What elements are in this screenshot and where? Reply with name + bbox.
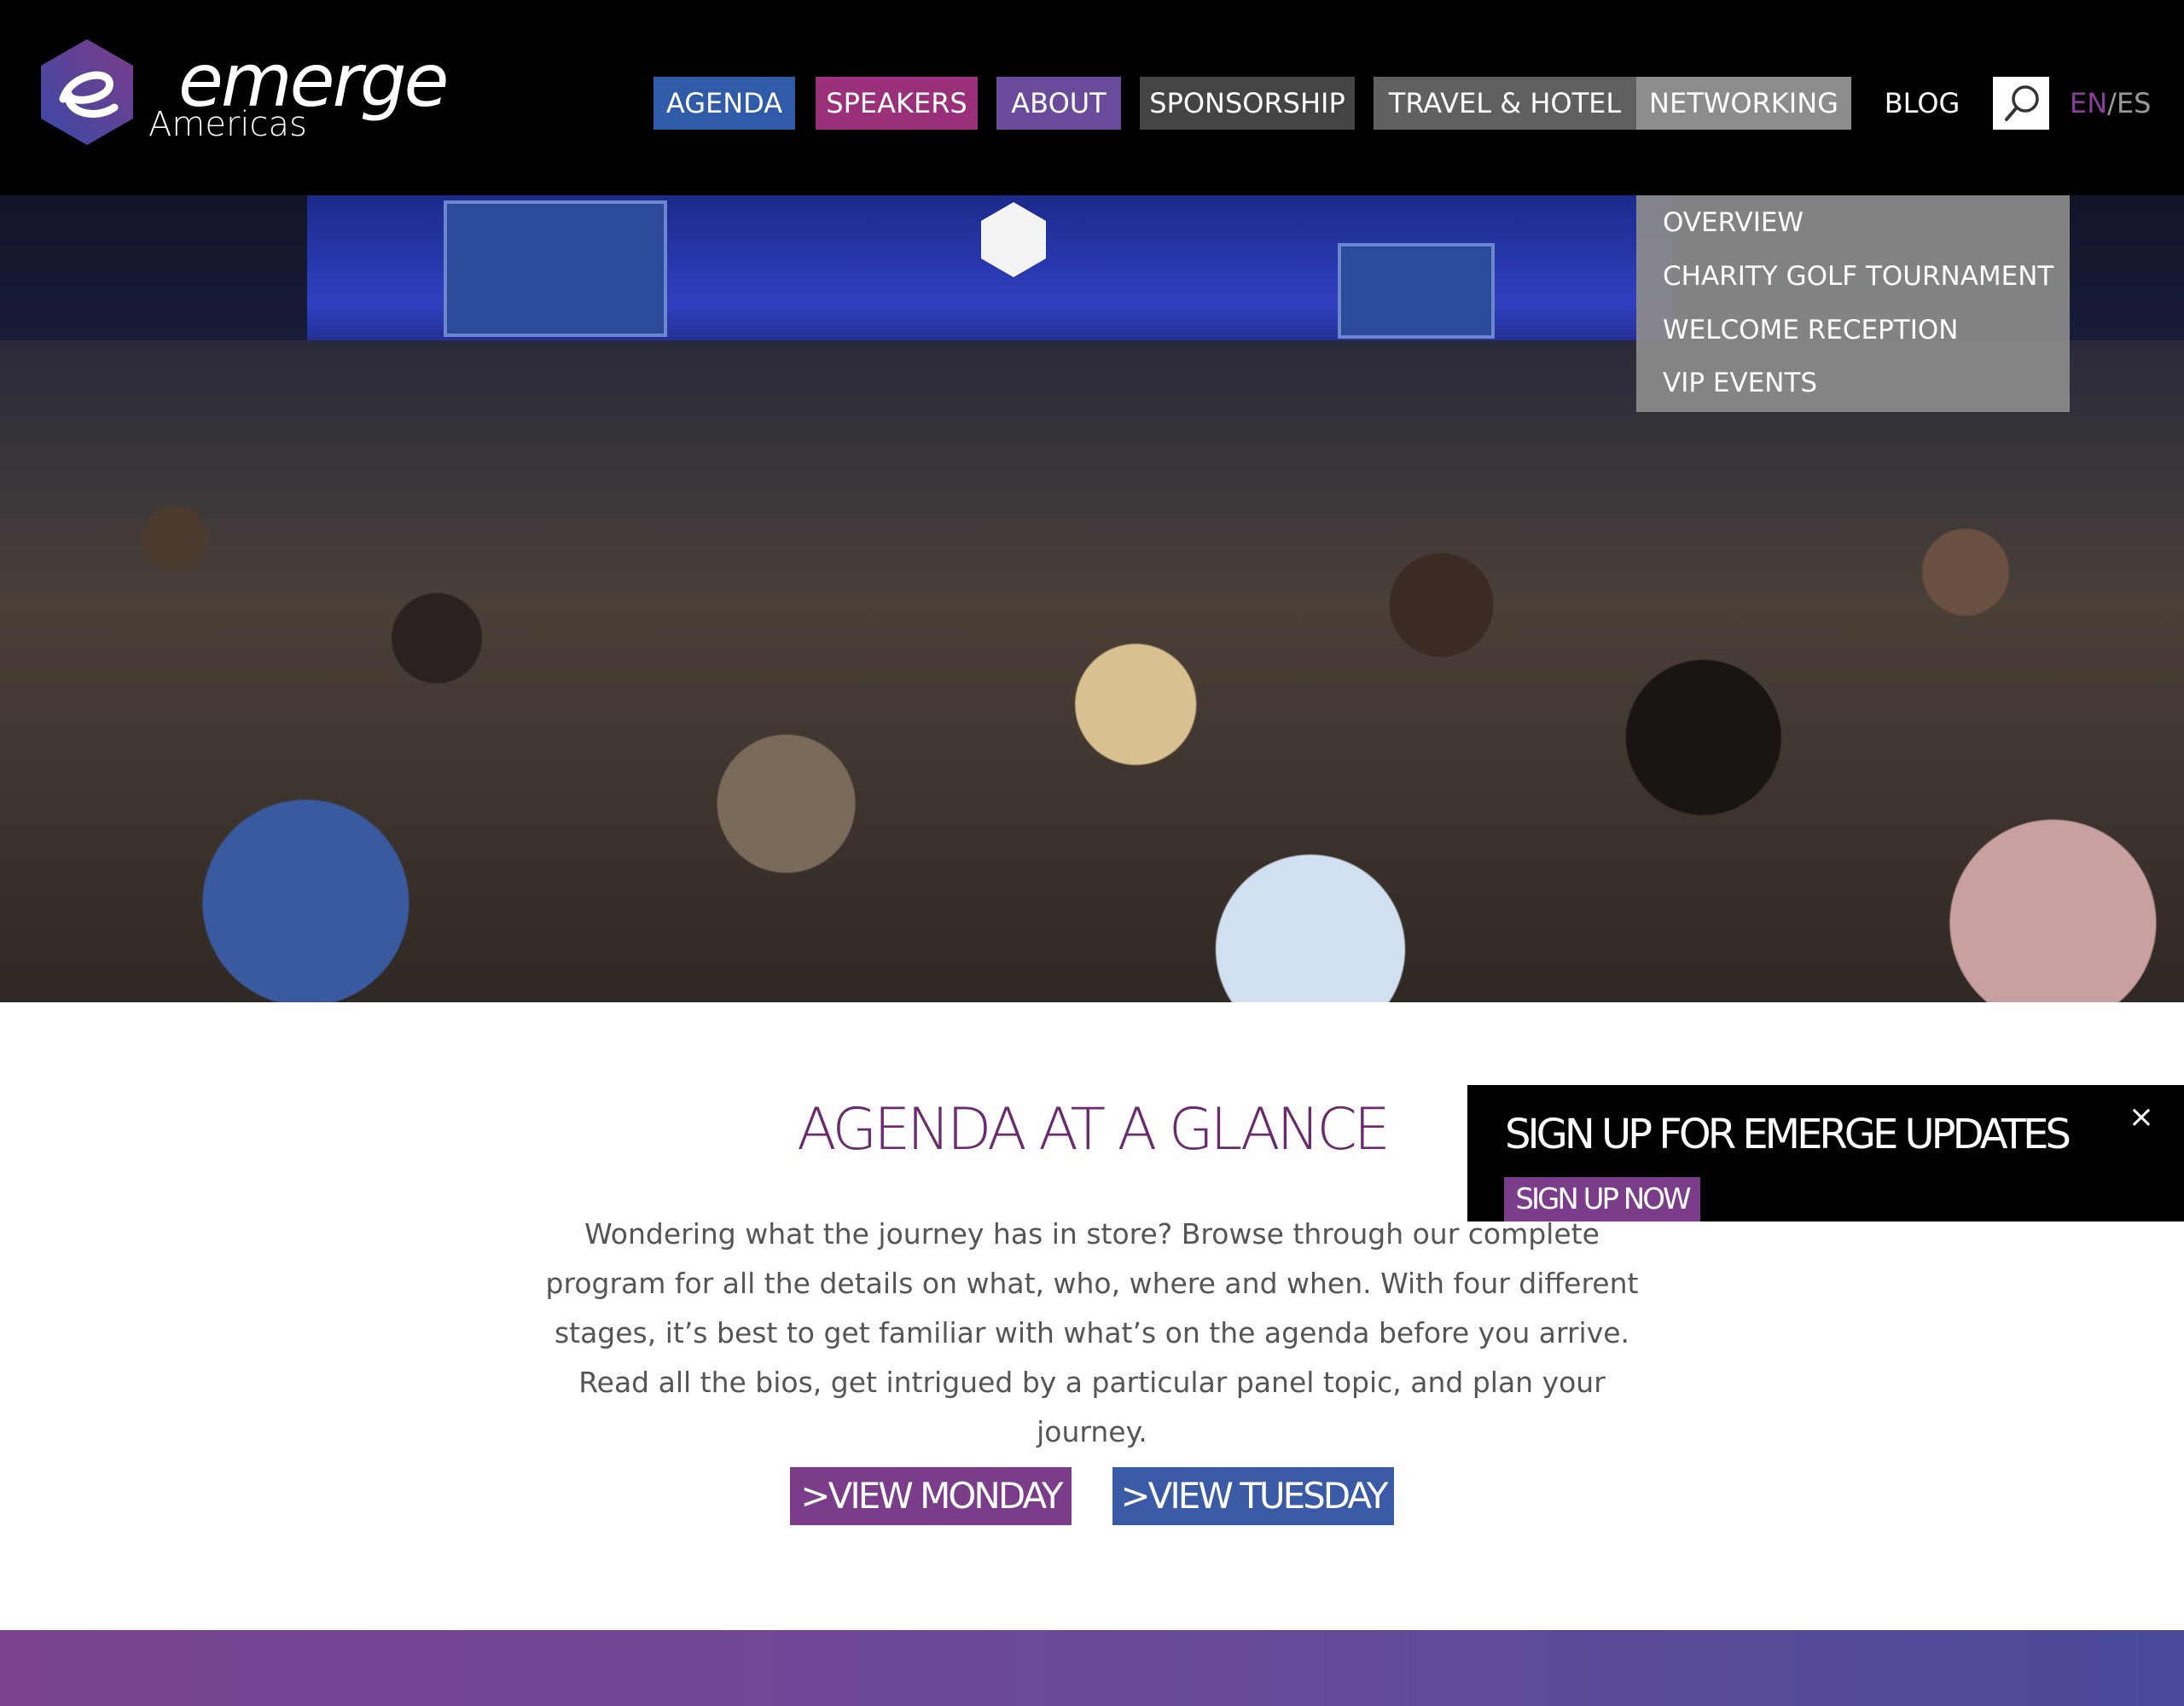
lang-es-link[interactable]: ES [2117, 87, 2152, 119]
view-tuesday-button[interactable]: >VIEW TUESDAY [1112, 1467, 1394, 1525]
signup-title: SIGN UP FOR EMERGE UPDATES [1505, 1111, 2071, 1158]
hexagon-logo-icon [41, 39, 133, 145]
close-icon[interactable]: × [2124, 1100, 2158, 1134]
stage-screen-left [444, 200, 667, 337]
stage-screen-right [1338, 243, 1495, 339]
dropdown-item-vip-events[interactable]: VIP EVENTS [1663, 362, 1817, 404]
footer-gradient-band [0, 1630, 2184, 1706]
dropdown-item-welcome-reception[interactable]: WELCOME RECEPTION [1663, 309, 1958, 351]
lang-en-link[interactable]: EN [2070, 87, 2107, 119]
logo-subtitle: Americas [148, 105, 307, 144]
search-button[interactable] [1993, 77, 2049, 130]
signup-now-button[interactable]: SIGN UP NOW [1504, 1177, 1700, 1221]
audience-crowd [0, 340, 2184, 1002]
agenda-description: Wondering what the journey has in store?… [545, 1217, 1639, 1448]
language-switcher: EN/ES [2070, 77, 2151, 130]
nav-item-travel-hotel[interactable]: TRAVEL & HOTEL [1374, 77, 1636, 130]
nav-item-blog[interactable]: BLOG [1865, 77, 1979, 130]
nav-item-agenda[interactable]: AGENDA [653, 77, 795, 130]
nav-item-about[interactable]: ABOUT [996, 77, 1121, 130]
nav-item-networking[interactable]: NETWORKING [1636, 77, 1851, 130]
nav-item-sponsorship[interactable]: SPONSORSHIP [1140, 77, 1355, 130]
signup-popup: SIGN UP FOR EMERGE UPDATES SIGN UP NOW [1467, 1085, 2184, 1221]
dropdown-item-charity-golf[interactable]: CHARITY GOLF TOURNAMENT [1663, 255, 2053, 298]
search-icon [2005, 85, 2039, 121]
view-monday-button[interactable]: >VIEW MONDAY [790, 1467, 1072, 1525]
dropdown-item-overview[interactable]: OVERVIEW [1663, 201, 1804, 244]
networking-dropdown-menu: OVERVIEW CHARITY GOLF TOURNAMENT WELCOME… [1636, 195, 2070, 412]
emerge-americas-logo[interactable]: emerge Americas [38, 38, 449, 148]
lang-separator: / [2107, 87, 2117, 119]
nav-item-speakers[interactable]: SPEAKERS [816, 77, 978, 130]
